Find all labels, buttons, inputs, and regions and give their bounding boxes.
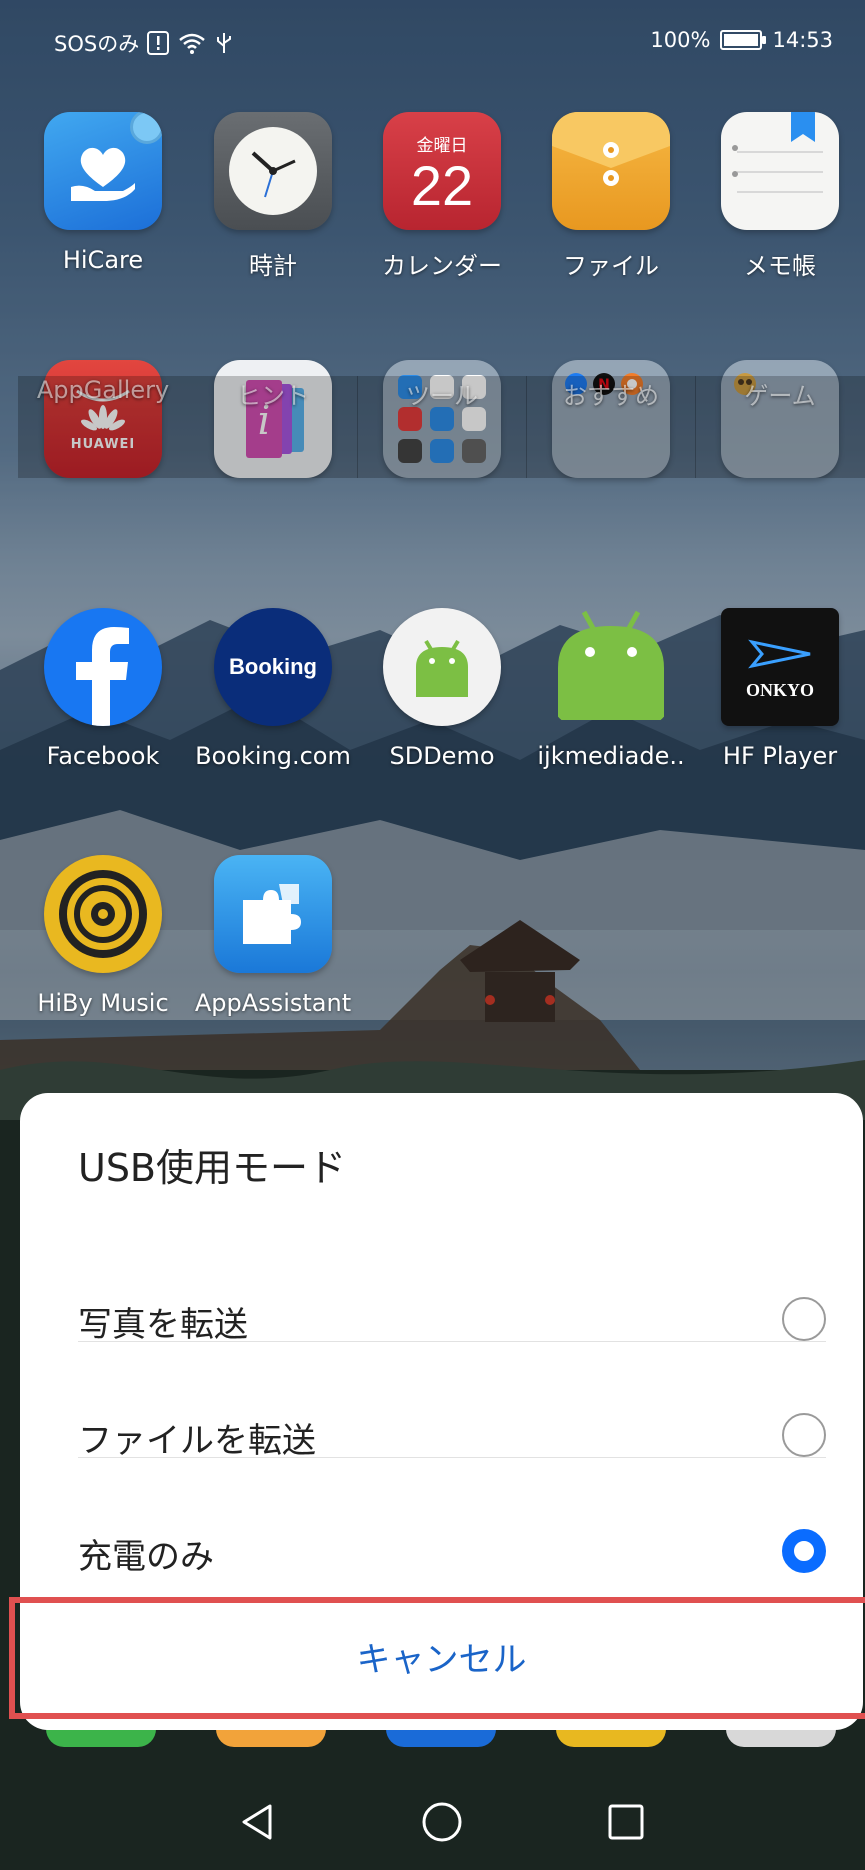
dialog-title: USB使用モード [78, 1146, 347, 1190]
folder-icon [552, 112, 670, 230]
app-label: AppAssistant [194, 989, 352, 1017]
home-icon[interactable] [420, 1800, 464, 1844]
app-label: カレンダー [382, 252, 502, 280]
android-icon [552, 608, 670, 726]
app-hfplayer[interactable]: ONKYO HF Player [695, 608, 865, 770]
radio-button-checked[interactable] [782, 1529, 826, 1573]
app-label: Facebook [46, 742, 160, 770]
app-sddemo[interactable]: SDDemo [357, 608, 527, 770]
battery-icon [720, 30, 767, 50]
app-games-folder[interactable]: ゲーム [695, 360, 865, 478]
app-hicare[interactable]: HiCare [18, 112, 188, 274]
option-charge-only[interactable]: 充電のみ [78, 1493, 826, 1609]
calendar-weekday: 金曜日 [416, 135, 468, 156]
puzzle-icon [214, 855, 332, 973]
option-transfer-files[interactable]: ファイルを転送 [78, 1377, 826, 1493]
option-label: 充電のみ [78, 1537, 214, 1577]
app-facebook[interactable]: Facebook [18, 608, 188, 770]
option-label: 写真を転送 [78, 1305, 248, 1345]
app-tips[interactable]: i ヒント [188, 360, 358, 478]
divider [78, 1457, 826, 1458]
app-label: Booking.com [195, 742, 351, 770]
app-ijkmedia[interactable]: ijkmediade.. [526, 608, 696, 770]
app-appgallery[interactable]: HUAWEI AppGallery [18, 360, 188, 478]
radio-button[interactable] [782, 1297, 826, 1341]
clock-time: 14:53 [772, 28, 833, 52]
status-bar: SOSのみ 100% 14:53 [0, 22, 865, 62]
app-label: 時計 [249, 252, 297, 280]
hfplayer-icon: ONKYO [721, 608, 839, 726]
app-clock[interactable]: 時計 [188, 112, 358, 281]
app-booking[interactable]: Booking Booking.com [188, 608, 358, 770]
app-label: ijkmediade.. [537, 742, 685, 770]
app-files[interactable]: ファイル [526, 112, 696, 281]
notification-icon [147, 31, 170, 55]
wifi-icon [179, 33, 206, 54]
notepad-icon [721, 112, 839, 230]
onkyo-logo-text: ONKYO [745, 679, 814, 700]
app-hiby[interactable]: HiBy Music [18, 855, 188, 1017]
hiby-icon [44, 855, 162, 973]
app-label: おすすめ [526, 376, 696, 478]
app-calendar[interactable]: 金曜日 22 カレンダー [357, 112, 527, 281]
app-label: SDDemo [389, 742, 495, 770]
hicare-icon [44, 112, 162, 230]
app-label: ゲーム [695, 376, 865, 478]
app-tools-folder[interactable]: ツール [357, 360, 527, 478]
clock-icon [214, 112, 332, 230]
battery-percent: 100% [650, 28, 711, 52]
app-label: HiCare [62, 246, 144, 274]
highlight-box [9, 1597, 865, 1719]
home-screen: SOSのみ 100% 14:53 HiCare 時計 金曜日 22 カレンダー … [0, 0, 865, 1870]
app-label: ツール [357, 376, 527, 478]
app-label: ヒント [188, 376, 358, 478]
back-icon[interactable] [236, 1800, 280, 1844]
usb-icon [217, 33, 232, 53]
navigation-bar [0, 1800, 865, 1870]
android-icon [383, 608, 501, 726]
app-label: HiBy Music [37, 989, 169, 1017]
app-appassistant[interactable]: AppAssistant [188, 855, 358, 1017]
app-memo[interactable]: メモ帳 [695, 112, 865, 281]
app-label: メモ帳 [744, 252, 816, 280]
app-label: HF Player [722, 742, 838, 770]
app-label: ファイル [563, 252, 659, 280]
divider [78, 1341, 826, 1342]
calendar-icon: 金曜日 22 [383, 112, 501, 230]
facebook-icon [44, 608, 162, 726]
recents-icon[interactable] [604, 1800, 648, 1844]
radio-button[interactable] [782, 1413, 826, 1457]
option-label: ファイルを転送 [78, 1421, 316, 1461]
carrier-text: SOSのみ [54, 32, 140, 56]
app-recommended-folder[interactable]: N おすすめ [526, 360, 696, 478]
app-label: AppGallery [18, 376, 188, 478]
calendar-day: 22 [410, 153, 474, 217]
booking-logo-text: Booking [229, 654, 317, 679]
option-transfer-photos[interactable]: 写真を転送 [78, 1261, 826, 1377]
booking-icon: Booking [214, 608, 332, 726]
